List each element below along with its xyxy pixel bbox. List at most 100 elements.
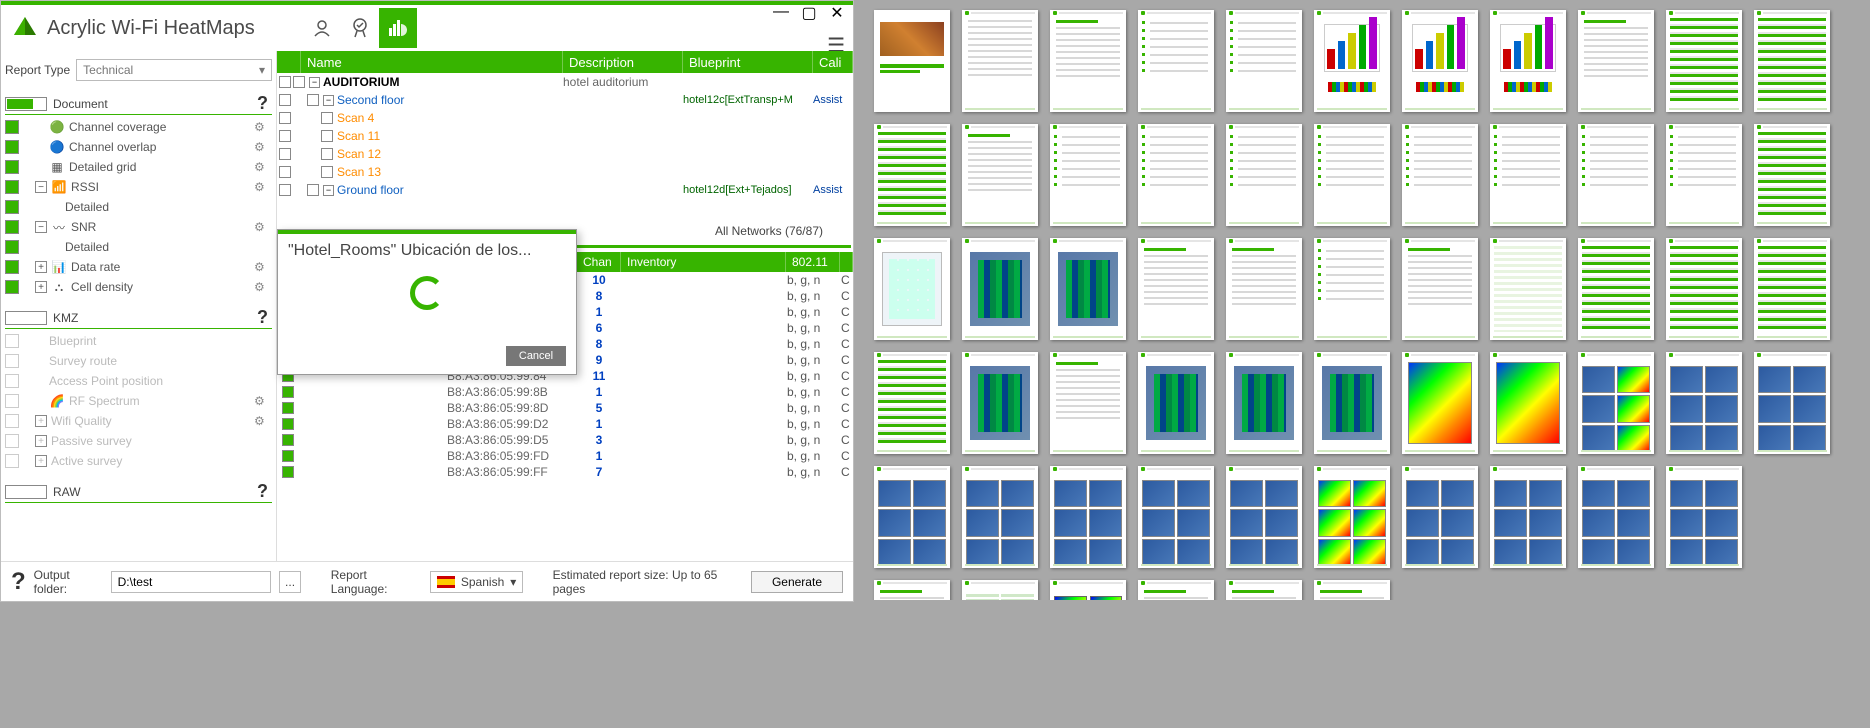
gear-icon[interactable]: ⚙ xyxy=(254,120,272,134)
preview-page[interactable] xyxy=(1050,238,1126,340)
report-language-select[interactable]: Spanish ▾ xyxy=(430,571,523,593)
mode-verify-icon[interactable] xyxy=(341,8,379,48)
loc-scan[interactable]: Scan 13 xyxy=(277,163,853,181)
row-checkbox[interactable] xyxy=(282,450,294,462)
preview-page[interactable] xyxy=(1138,580,1214,600)
gear-icon[interactable]: ⚙ xyxy=(254,414,272,428)
preview-page[interactable] xyxy=(1666,352,1742,454)
preview-page[interactable] xyxy=(1050,10,1126,112)
preview-page[interactable] xyxy=(1754,124,1830,226)
close-button[interactable]: ✕ xyxy=(825,3,849,23)
gear-icon[interactable]: ⚙ xyxy=(254,260,272,274)
item-channel-overlap[interactable]: 🔵Channel overlap⚙ xyxy=(5,137,272,157)
section-kmz[interactable]: KMZ ? xyxy=(5,307,272,329)
col-80211[interactable]: 802.11 xyxy=(786,252,840,272)
loc-scan[interactable]: Scan 4 xyxy=(277,109,853,127)
loc-second-floor[interactable]: −Second floorhotel12c[ExtTransp+MAssist xyxy=(277,91,853,109)
preview-page[interactable] xyxy=(1226,238,1302,340)
row-checkbox[interactable] xyxy=(282,434,294,446)
gear-icon[interactable]: ⚙ xyxy=(254,220,272,234)
preview-page[interactable] xyxy=(1050,466,1126,568)
output-folder-input[interactable] xyxy=(111,571,271,593)
network-row[interactable]: B8:A3:86:05:99:D53b, g, nC xyxy=(277,432,853,448)
mode-reports-icon[interactable] xyxy=(379,8,417,48)
generate-button[interactable]: Generate xyxy=(751,571,843,593)
preview-page[interactable] xyxy=(1138,238,1214,340)
minimize-button[interactable]: — xyxy=(769,3,793,23)
preview-page[interactable] xyxy=(962,352,1038,454)
preview-page[interactable] xyxy=(1314,10,1390,112)
preview-page[interactable] xyxy=(1314,580,1390,600)
section-kmz-toggle[interactable] xyxy=(5,311,47,325)
col-name[interactable]: Name xyxy=(301,51,563,73)
col-blueprint[interactable]: Blueprint xyxy=(683,51,813,73)
network-row[interactable]: B8:A3:86:05:99:D21b, g, nC xyxy=(277,416,853,432)
preview-page[interactable] xyxy=(1490,124,1566,226)
preview-page[interactable] xyxy=(962,580,1038,600)
section-raw-toggle[interactable] xyxy=(5,485,47,499)
item-detailed-grid[interactable]: ▦Detailed grid⚙ xyxy=(5,157,272,177)
preview-page[interactable] xyxy=(1578,466,1654,568)
preview-page[interactable] xyxy=(1138,352,1214,454)
gear-icon[interactable]: ⚙ xyxy=(254,180,272,194)
preview-page[interactable] xyxy=(1578,352,1654,454)
network-row[interactable]: B8:A3:86:05:99:8D5b, g, nC xyxy=(277,400,853,416)
preview-page[interactable] xyxy=(1050,580,1126,600)
row-checkbox[interactable] xyxy=(282,466,294,478)
network-row[interactable]: B8:A3:86:05:99:FD1b, g, nC xyxy=(277,448,853,464)
item-rssi-detailed[interactable]: Detailed xyxy=(5,197,272,217)
preview-page[interactable] xyxy=(1578,238,1654,340)
item-rssi[interactable]: −📶RSSI⚙ xyxy=(5,177,272,197)
preview-page[interactable] xyxy=(1050,124,1126,226)
preview-page[interactable] xyxy=(1666,466,1742,568)
collapse-icon[interactable]: − xyxy=(35,221,47,233)
preview-page[interactable] xyxy=(1490,352,1566,454)
preview-page[interactable] xyxy=(1402,10,1478,112)
help-icon[interactable]: ? xyxy=(253,307,272,328)
row-checkbox[interactable] xyxy=(282,402,294,414)
preview-page[interactable] xyxy=(1314,238,1390,340)
section-raw[interactable]: RAW ? xyxy=(5,481,272,503)
preview-page[interactable] xyxy=(1138,10,1214,112)
item-snr-detailed[interactable]: Detailed xyxy=(5,237,272,257)
section-document[interactable]: Document ? xyxy=(5,93,272,115)
preview-page[interactable] xyxy=(1754,238,1830,340)
preview-page[interactable] xyxy=(1402,238,1478,340)
preview-page[interactable] xyxy=(1666,124,1742,226)
item-data-rate[interactable]: +📊Data rate⚙ xyxy=(5,257,272,277)
preview-page[interactable] xyxy=(1138,466,1214,568)
mode-survey-icon[interactable] xyxy=(303,8,341,48)
preview-page[interactable] xyxy=(1226,580,1302,600)
preview-page[interactable] xyxy=(962,466,1038,568)
gear-icon[interactable]: ⚙ xyxy=(254,160,272,174)
report-preview-grid[interactable] xyxy=(860,0,1870,600)
gear-icon[interactable]: ⚙ xyxy=(254,394,272,408)
preview-page[interactable] xyxy=(1754,10,1830,112)
preview-page[interactable] xyxy=(1226,466,1302,568)
loc-scan[interactable]: Scan 12 xyxy=(277,145,853,163)
expand-icon[interactable]: + xyxy=(35,261,47,273)
preview-page[interactable] xyxy=(874,124,950,226)
help-icon[interactable]: ? xyxy=(11,568,26,596)
preview-page[interactable] xyxy=(1226,10,1302,112)
cancel-button[interactable]: Cancel xyxy=(506,346,566,366)
network-row[interactable]: B8:A3:86:05:99:8B1b, g, nC xyxy=(277,384,853,400)
item-channel-coverage[interactable]: 🟢Channel coverage⚙ xyxy=(5,117,272,137)
preview-page[interactable] xyxy=(1314,124,1390,226)
preview-page[interactable] xyxy=(1402,124,1478,226)
preview-page[interactable] xyxy=(1666,238,1742,340)
preview-page[interactable] xyxy=(962,10,1038,112)
preview-page[interactable] xyxy=(1666,10,1742,112)
col-inventory[interactable]: Inventory xyxy=(621,252,786,272)
loc-auditorium[interactable]: −AUDITORIUMhotel auditorium xyxy=(277,73,853,91)
preview-page[interactable] xyxy=(1490,466,1566,568)
preview-page[interactable] xyxy=(1402,466,1478,568)
report-type-select[interactable]: Technical ▾ xyxy=(76,59,272,81)
maximize-button[interactable]: ▢ xyxy=(797,3,821,23)
preview-page[interactable] xyxy=(1754,352,1830,454)
preview-page[interactable] xyxy=(1314,352,1390,454)
preview-page[interactable] xyxy=(1226,352,1302,454)
item-cell-density[interactable]: +⛬Cell density⚙ xyxy=(5,277,272,297)
col-chan[interactable]: Chan xyxy=(577,252,621,272)
col-description[interactable]: Description xyxy=(563,51,683,73)
